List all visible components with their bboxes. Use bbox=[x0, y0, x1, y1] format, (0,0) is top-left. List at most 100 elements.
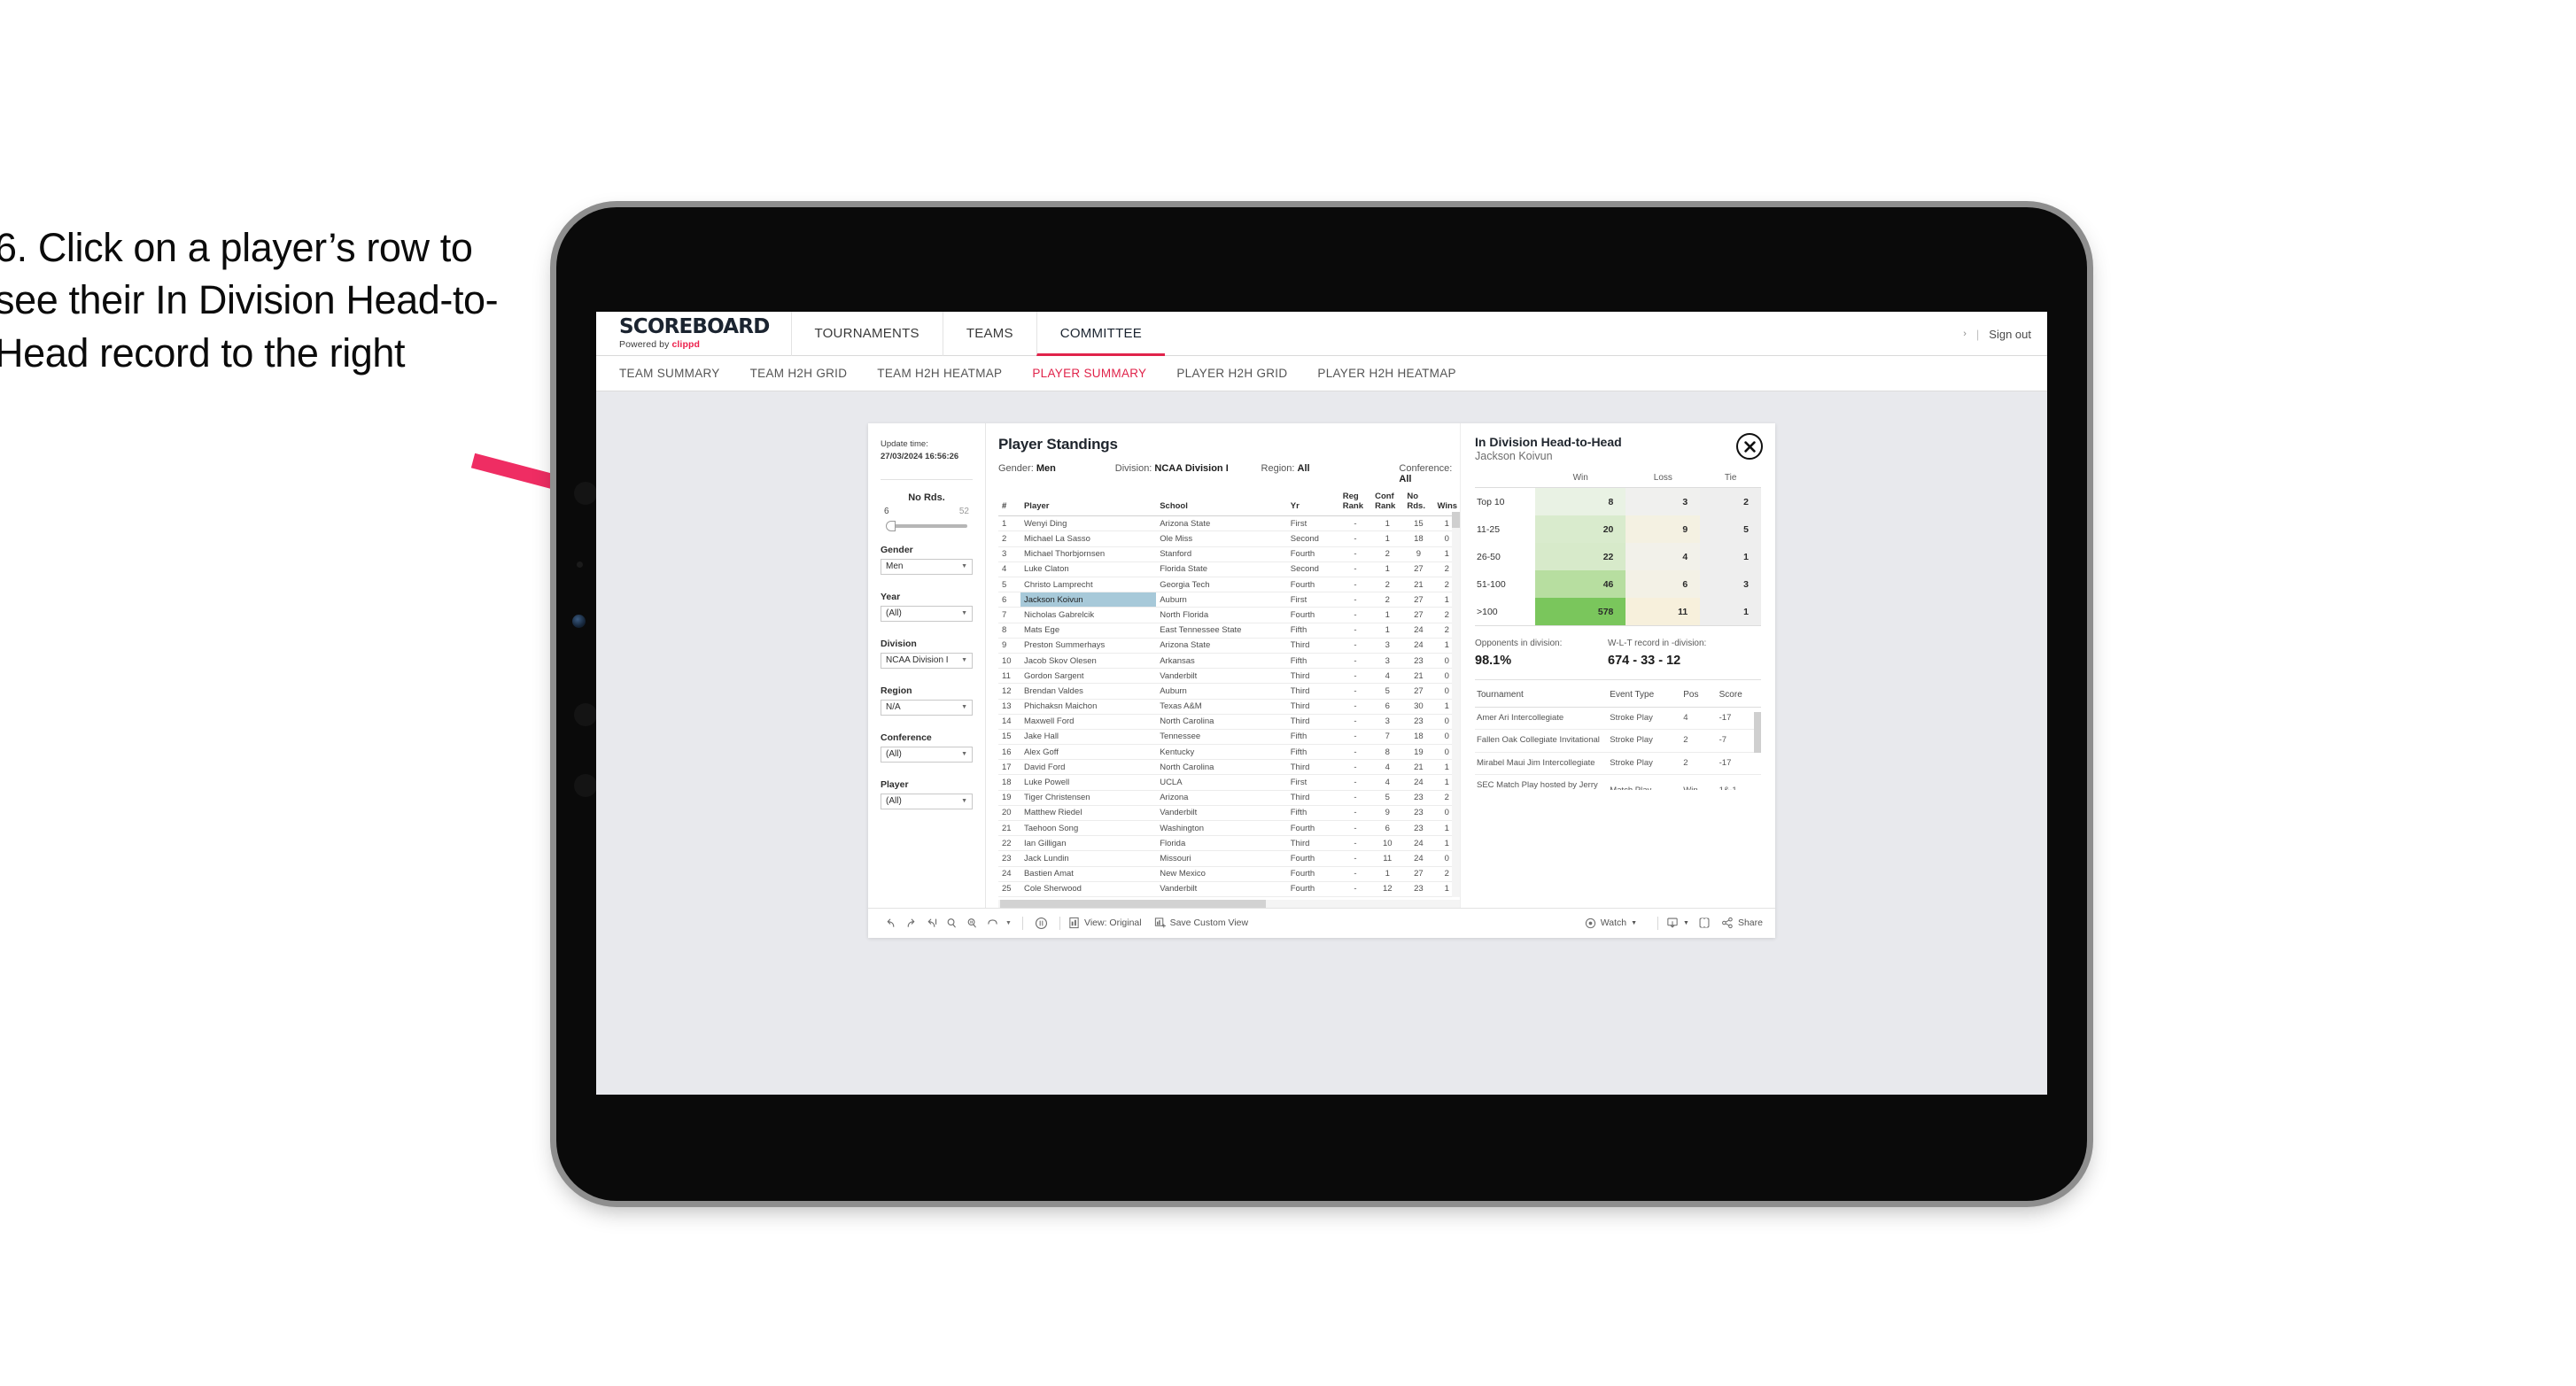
cell-conf-rank: 5 bbox=[1371, 790, 1404, 806]
tab-team-h2h-grid[interactable]: TEAM H2H GRID bbox=[750, 367, 848, 380]
cell-rank: 9 bbox=[998, 638, 1020, 654]
table-row[interactable]: 10 Jacob Skov Olesen Arkansas Fifth -3 23 0 bbox=[998, 653, 1460, 670]
tab-player-h2h-grid[interactable]: PLAYER H2H GRID bbox=[1176, 367, 1287, 380]
tourn-col-pos[interactable]: Pos bbox=[1681, 682, 1718, 708]
tourn-cell-pos: 2 bbox=[1681, 752, 1718, 776]
tourn-col-type[interactable]: Event Type bbox=[1608, 682, 1682, 708]
table-row[interactable]: 14 Maxwell Ford North Carolina Third -3 23 0 bbox=[998, 714, 1460, 730]
filter-year-select[interactable]: (All) ▼ bbox=[881, 605, 973, 622]
h2h-tie-cell: 2 bbox=[1700, 487, 1761, 515]
col-rank[interactable]: # bbox=[998, 492, 1020, 517]
bezel-sensor-dot bbox=[577, 561, 583, 568]
tournament-row[interactable]: Amer Ari Intercollegiate Stroke Play 4 -17 bbox=[1475, 707, 1761, 731]
cell-rank: 24 bbox=[998, 866, 1020, 882]
table-row[interactable]: 23 Jack Lundin Missouri Fourth -11 24 0 bbox=[998, 850, 1460, 867]
standings-horizontal-scrollbar-thumb[interactable] bbox=[1000, 899, 1266, 908]
table-row[interactable]: 7 Nicholas Gabrelcik North Florida Fourth -1… bbox=[998, 607, 1460, 623]
tourn-col-name[interactable]: Tournament bbox=[1475, 682, 1609, 708]
table-row[interactable]: 11 Gordon Sargent Vanderbilt Third -4 21 0 bbox=[998, 668, 1460, 685]
slider-handle[interactable] bbox=[886, 520, 896, 531]
meta-conference-value: All bbox=[1399, 474, 1412, 484]
standings-vertical-scrollbar-track[interactable] bbox=[1452, 512, 1460, 897]
brand-logo[interactable]: SCOREBOARD Powered by clippd bbox=[596, 317, 791, 351]
table-row[interactable]: 1 Wenyi Ding Arizona State First -1 15 1 bbox=[998, 515, 1460, 532]
tablet-screen: SCOREBOARD Powered by clippd TOURNAMENTS… bbox=[596, 312, 2047, 1095]
shape-dropdown-caret-icon[interactable]: ▼ bbox=[1003, 913, 1014, 933]
table-row[interactable]: 21 Taehoon Song Washington Fourth -6 23 1 bbox=[998, 820, 1460, 837]
tournament-row[interactable]: Fallen Oak Collegiate Invitational Stroke… bbox=[1475, 729, 1761, 753]
table-row[interactable]: 13 Phichaksn Maichon Texas A&M Third -6 30 1 bbox=[998, 699, 1460, 715]
table-row[interactable]: 6 Jackson Koivun Auburn First -2 27 1 bbox=[998, 592, 1460, 608]
close-icon[interactable] bbox=[1736, 433, 1763, 460]
tab-player-h2h-heatmap[interactable]: PLAYER H2H HEATMAP bbox=[1317, 367, 1455, 380]
filter-region-select[interactable]: N/A ▼ bbox=[881, 699, 973, 716]
pause-auto-update-icon[interactable] bbox=[962, 913, 982, 933]
table-row[interactable]: 2 Michael La Sasso Ole Miss Second -1 18 0 bbox=[998, 530, 1460, 547]
shape-icon[interactable] bbox=[982, 913, 1003, 933]
no-rounds-slider[interactable] bbox=[886, 520, 967, 531]
header-tab-tournaments[interactable]: TOURNAMENTS bbox=[790, 312, 943, 356]
redo-icon[interactable] bbox=[901, 913, 921, 933]
cell-no-rounds: 9 bbox=[1403, 546, 1434, 562]
header-tab-committee[interactable]: COMMITTEE bbox=[1036, 312, 1165, 356]
filter-player-select[interactable]: (All) ▼ bbox=[881, 793, 973, 809]
cell-rank: 25 bbox=[998, 881, 1020, 897]
col-conf-rank[interactable]: Conf Rank bbox=[1371, 492, 1404, 517]
col-player[interactable]: Player bbox=[1020, 492, 1157, 517]
filter-region-label: Region bbox=[881, 685, 912, 696]
meta-region: Region: All bbox=[1261, 463, 1400, 484]
col-no-rounds[interactable]: No Rds. bbox=[1403, 492, 1434, 517]
download-button[interactable]: ▼ bbox=[1666, 917, 1689, 929]
cell-name: Brendan Valdes bbox=[1020, 683, 1157, 700]
table-row[interactable]: 8 Mats Ege East Tennessee State Fifth -1 24 2 bbox=[998, 623, 1460, 639]
table-row[interactable]: 3 Michael Thorbjornsen Stanford Fourth -2 9 1 bbox=[998, 546, 1460, 562]
tab-team-h2h-heatmap[interactable]: TEAM H2H HEATMAP bbox=[877, 367, 1002, 380]
standings-horizontal-scrollbar-track[interactable] bbox=[998, 899, 1460, 908]
tournament-row[interactable]: Mirabel Maui Jim Intercollegiate Stroke P… bbox=[1475, 752, 1761, 776]
table-row[interactable]: 5 Christo Lamprecht Georgia Tech Fourth -2 21… bbox=[998, 577, 1460, 593]
cell-reg-rank: - bbox=[1338, 561, 1372, 578]
fullscreen-button[interactable] bbox=[1698, 917, 1711, 929]
table-row[interactable]: 15 Jake Hall Tennessee Fifth -7 18 0 bbox=[998, 729, 1460, 746]
pause-clock-icon[interactable] bbox=[1031, 913, 1051, 933]
save-custom-view-button[interactable]: Save Custom View bbox=[1154, 917, 1248, 929]
share-button[interactable]: Share bbox=[1721, 917, 1763, 929]
table-row[interactable]: 9 Preston Summerhays Arizona State Third -3 2… bbox=[998, 638, 1460, 654]
filter-conference-select[interactable]: (All) ▼ bbox=[881, 746, 973, 763]
view-original-button[interactable]: View: Original bbox=[1068, 917, 1142, 929]
table-row[interactable]: 17 David Ford North Carolina Third -4 21 1 bbox=[998, 759, 1460, 776]
tourn-col-score[interactable]: Score bbox=[1717, 682, 1761, 708]
cell-name: Tiger Christensen bbox=[1020, 790, 1157, 806]
table-row[interactable]: 22 Ian Gilligan Florida Third -10 24 1 bbox=[998, 835, 1460, 852]
cell-no-rounds: 15 bbox=[1403, 515, 1434, 532]
tab-team-summary[interactable]: TEAM SUMMARY bbox=[619, 367, 720, 380]
tab-player-summary[interactable]: PLAYER SUMMARY bbox=[1032, 367, 1146, 380]
viz-toolbar: ▼ View: Original Save Custom View Watch … bbox=[868, 907, 1775, 938]
table-row[interactable]: 19 Tiger Christensen Arizona Third -5 23 2 bbox=[998, 790, 1460, 806]
tournament-scrollbar-thumb[interactable] bbox=[1754, 712, 1761, 753]
table-row[interactable]: 18 Luke Powell UCLA First -4 24 1 bbox=[998, 774, 1460, 791]
app-header: SCOREBOARD Powered by clippd TOURNAMENTS… bbox=[596, 312, 2047, 356]
table-row[interactable]: 16 Alex Goff Kentucky Fifth -8 19 0 bbox=[998, 744, 1460, 761]
filter-division-select[interactable]: NCAA Division I ▼ bbox=[881, 652, 973, 669]
table-row[interactable]: 4 Luke Claton Florida State Second -1 27 2 bbox=[998, 561, 1460, 578]
undo-icon[interactable] bbox=[881, 913, 901, 933]
table-row[interactable]: 12 Brendan Valdes Auburn Third -5 27 0 bbox=[998, 683, 1460, 700]
filter-gender-select[interactable]: Men ▼ bbox=[881, 558, 973, 575]
tourn-cell-pos: Win bbox=[1681, 774, 1718, 790]
chevron-right-icon[interactable]: › bbox=[1963, 329, 1967, 339]
table-row[interactable]: 24 Bastien Amat New Mexico Fourth -1 27 2 bbox=[998, 866, 1460, 882]
cell-rank: 7 bbox=[998, 607, 1020, 623]
standings-vertical-scrollbar-thumb[interactable] bbox=[1452, 512, 1460, 528]
col-year[interactable]: Yr bbox=[1286, 492, 1339, 517]
tournament-row[interactable]: SEC Match Play hosted by Jerry Pate Roun… bbox=[1475, 774, 1761, 790]
col-reg-rank[interactable]: Reg Rank bbox=[1338, 492, 1372, 517]
refresh-icon[interactable] bbox=[942, 913, 962, 933]
table-row[interactable]: 25 Cole Sherwood Vanderbilt Fourth -12 23 1 bbox=[998, 881, 1460, 897]
col-school[interactable]: School bbox=[1156, 492, 1287, 517]
revert-icon[interactable] bbox=[921, 913, 942, 933]
watch-button[interactable]: Watch ▼ bbox=[1585, 918, 1637, 929]
header-tab-teams[interactable]: TEAMS bbox=[942, 312, 1036, 356]
sign-out-link[interactable]: Sign out bbox=[1989, 328, 2031, 341]
table-row[interactable]: 20 Matthew Riedel Vanderbilt Fifth -9 23 0 bbox=[998, 805, 1460, 822]
